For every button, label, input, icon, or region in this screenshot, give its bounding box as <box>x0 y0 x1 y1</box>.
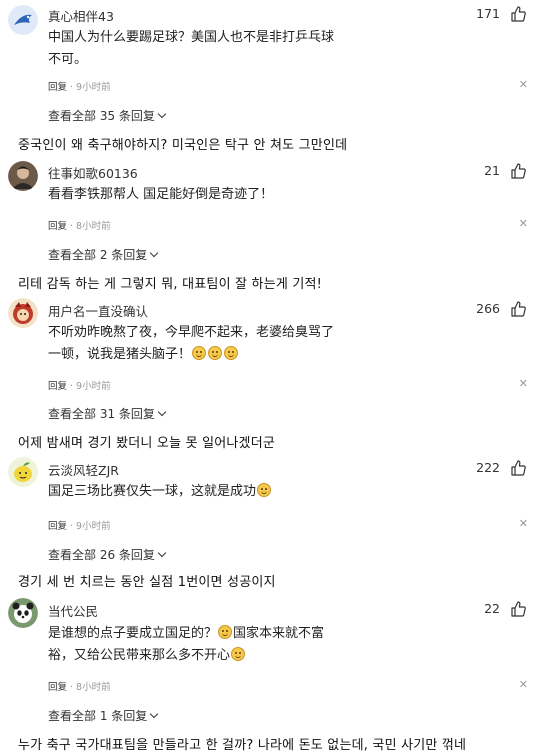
laughing-emoji-icon <box>192 346 207 360</box>
view-replies-button[interactable]: 查看全部 31 条回复 <box>48 405 167 422</box>
like-count: 22 <box>484 601 500 616</box>
translation-caption: 누가 축구 국가대표팀을 만들라고 한 걸까? 나라에 돈도 없는데, 국민 사… <box>18 738 467 753</box>
comment-meta: 回复 · 9小时前 <box>48 82 111 93</box>
comment-text-line: 是谁想的点子要成立国足的？ <box>48 626 218 641</box>
comment-text-line: 中国人为什么要踢足球？美国人也不是非打乒乓球 <box>48 30 335 45</box>
comment-text: 是谁想的点子要成立国足的？ 国家本来就不富 裕，又给公民带来那么多不开心 <box>48 623 348 667</box>
comment-time: 9小时前 <box>76 521 111 532</box>
comment-meta: 回复 · 8小时前 <box>48 221 111 232</box>
comment-text-line: 看看李铁那帮人 国足能好倒是奇迹了！ <box>48 187 274 202</box>
chevron-down-icon <box>150 709 159 719</box>
comment-time: 9小时前 <box>76 381 111 392</box>
reply-button[interactable]: 回复 <box>48 221 67 232</box>
like-count: 222 <box>476 460 500 475</box>
comment-username[interactable]: 真心相伴43 <box>48 6 114 25</box>
chevron-down-icon <box>157 548 167 558</box>
comment-text: 看看李铁那帮人 国足能好倒是奇迹了！ <box>48 184 348 206</box>
comment-text-line: 不听劝昨晚熬了夜，今早爬不起来，老婆给臭骂了 <box>48 325 335 340</box>
reply-button[interactable]: 回复 <box>48 521 67 532</box>
thumbs-up-icon[interactable] <box>510 6 526 22</box>
view-replies-button[interactable]: 查看全部 35 条回复 <box>48 107 167 124</box>
thumbs-up-icon[interactable] <box>510 163 526 179</box>
unamused-emoji-icon <box>231 647 246 661</box>
view-replies-button[interactable]: 查看全部 1 条回复 <box>48 707 159 724</box>
close-icon[interactable]: ✕ <box>519 678 528 691</box>
comment-username[interactable]: 用户名一直没确认 <box>48 301 148 320</box>
comment-meta: 回复 · 8小时前 <box>48 682 111 693</box>
comment-text-line: 国足三场比赛仅失一球，这就是成功 <box>48 484 257 499</box>
panda-avatar-icon[interactable] <box>8 598 38 628</box>
view-replies-label: 查看全部 35 条回复 <box>48 109 155 123</box>
view-replies-label: 查看全部 2 条回复 <box>48 248 148 262</box>
lemon-avatar-icon[interactable] <box>8 457 38 487</box>
comment-text-line: 裕，又给公民带来那么多不开心 <box>48 648 231 663</box>
like-count: 21 <box>484 163 500 178</box>
thumbs-up-icon[interactable] <box>510 601 526 617</box>
comment-time: 8小时前 <box>76 221 111 232</box>
view-replies-button[interactable]: 查看全部 2 条回复 <box>48 246 159 263</box>
view-replies-label: 查看全部 1 条回复 <box>48 709 148 723</box>
translation-caption: 리테 감독 하는 게 그렇지 뭐, 대표팀이 잘 하는게 기적! <box>18 277 323 292</box>
comment-text-line: 国家本来就不富 <box>233 626 325 641</box>
comment-text-line: 不可。 <box>48 52 88 67</box>
red-character-avatar-icon[interactable] <box>8 298 38 328</box>
like-count: 171 <box>476 6 500 21</box>
like-count: 266 <box>476 301 500 316</box>
comment-time: 8小时前 <box>76 682 111 693</box>
view-replies-label: 查看全部 26 条回复 <box>48 548 155 562</box>
smirk-emoji-icon <box>257 483 272 497</box>
comment-text-line-with-emoji: 裕，又给公民带来那么多不开心 <box>48 645 348 667</box>
wink-emoji-icon <box>218 625 233 639</box>
comment-time: 9小时前 <box>76 82 111 93</box>
comment-text: 不听劝昨晚熬了夜，今早爬不起来，老婆给臭骂了 一顿，说我是猪头脑子！ <box>48 322 348 366</box>
comment-text-line: 一顿，说我是猪头脑子！ <box>48 347 192 362</box>
laughing-emoji-icon <box>224 346 239 360</box>
translation-caption: 경기 세 번 치르는 동안 실점 1번이면 성공이지 <box>18 575 276 590</box>
view-replies-button[interactable]: 查看全部 26 条回复 <box>48 546 167 563</box>
close-icon[interactable]: ✕ <box>519 517 528 530</box>
chevron-down-icon <box>157 109 167 119</box>
chevron-down-icon <box>157 407 167 417</box>
comment-text-line-with-emoji: 是谁想的点子要成立国足的？ 国家本来就不富 <box>48 623 348 645</box>
reply-button[interactable]: 回复 <box>48 381 67 392</box>
comment-meta: 回复 · 9小时前 <box>48 521 111 532</box>
view-replies-label: 查看全部 31 条回复 <box>48 407 155 421</box>
translation-caption: 어제 밤새며 경기 봤더니 오늘 못 일어나겠더군 <box>18 436 276 451</box>
bird-avatar-icon[interactable] <box>8 5 38 35</box>
close-icon[interactable]: ✕ <box>519 217 528 230</box>
comment-text-line-with-emoji: 国足三场比赛仅失一球，这就是成功 <box>48 481 348 503</box>
comment-text-line-with-emoji: 一顿，说我是猪头脑子！ <box>48 344 348 366</box>
portrait-avatar-icon[interactable] <box>8 161 38 191</box>
chevron-down-icon <box>150 248 159 258</box>
comment-username[interactable]: 往事如歌60136 <box>48 163 138 182</box>
comment-meta: 回复 · 9小时前 <box>48 381 111 392</box>
thumbs-up-icon[interactable] <box>510 301 526 317</box>
translation-caption: 중국인이 왜 축구해야하지? 미국인은 탁구 안 쳐도 그만인데 <box>18 138 348 153</box>
comment-username[interactable]: 云淡风轻ZJR <box>48 460 119 479</box>
reply-button[interactable]: 回复 <box>48 682 67 693</box>
close-icon[interactable]: ✕ <box>519 78 528 91</box>
thumbs-up-icon[interactable] <box>510 460 526 476</box>
laughing-emoji-icon <box>208 346 223 360</box>
comment-username[interactable]: 当代公民 <box>48 601 98 620</box>
reply-button[interactable]: 回复 <box>48 82 67 93</box>
comment-text: 中国人为什么要踢足球？美国人也不是非打乒乓球 不可。 <box>48 27 348 71</box>
comment-text: 国足三场比赛仅失一球，这就是成功 <box>48 481 348 503</box>
close-icon[interactable]: ✕ <box>519 377 528 390</box>
